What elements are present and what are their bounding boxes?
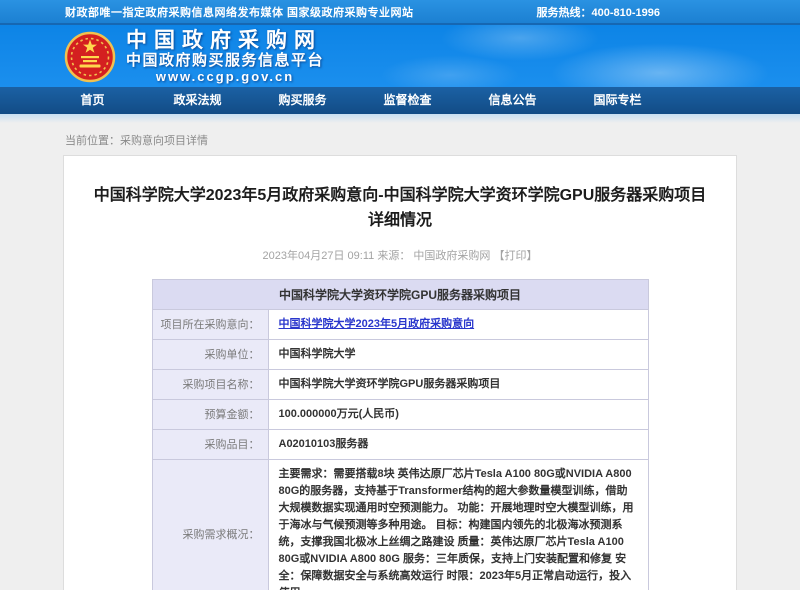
table-row: 采购项目名称： 中国科学院大学资环学院GPU服务器采购项目 [152,369,648,399]
table-row: 采购单位： 中国科学院大学 [152,339,648,369]
site-slogan: 财政部唯一指定政府采购信息网络发布媒体 国家级政府采购专业网站 [65,4,414,20]
site-title-block: 中国政府采购网 中国政府购买服务信息平台 www.ccgp.gov.cn [126,30,324,85]
source-name: 中国政府采购网 [413,250,490,262]
breadcrumb-current: 采购意向项目详情 [120,135,208,147]
top-utility-bar: 财政部唯一指定政府采购信息网络发布媒体 国家级政府采购专业网站 服务热线：400… [0,0,800,25]
nav-item[interactable]: 政采法规 [145,87,250,114]
detail-table: 中国科学院大学资环学院GPU服务器采购项目 项目所在采购意向： 中国科学院大学2… [152,279,649,590]
row-value: 100.000000万元(人民币) [279,408,399,420]
cloud-decoration [380,55,520,87]
page-title: 中国科学院大学2023年5月政府采购意向-中国科学院大学资环学院GPU服务器采购… [90,184,710,234]
row-label: 采购单位： [152,339,268,369]
table-row: 采购需求概况： 主要需求：需要搭载8块 英伟达原厂芯片Tesla A100 80… [152,459,648,590]
nav-item[interactable]: 信息公告 [460,87,565,114]
row-label: 项目所在采购意向： [152,309,268,339]
main-nav: 首页政采法规购买服务监督检查信息公告国际专栏 [0,87,800,114]
nav-item[interactable]: 首页 [40,87,145,114]
row-label: 采购品目： [152,429,268,459]
nav-item[interactable]: 监督检查 [355,87,460,114]
site-banner: 中国政府采购网 中国政府购买服务信息平台 www.ccgp.gov.cn [0,25,800,87]
row-value: A02010103服务器 [279,438,369,450]
row-label: 预算金额： [152,399,268,429]
row-value: 中国科学院大学 [279,348,356,360]
row-value: 主要需求：需要搭载8块 英伟达原厂芯片Tesla A100 80G或NVIDIA… [279,468,634,590]
table-row: 采购品目： A02010103服务器 [152,429,648,459]
table-row: 项目所在采购意向： 中国科学院大学2023年5月政府采购意向 [152,309,648,339]
site-logo[interactable]: 中国政府采购网 中国政府购买服务信息平台 www.ccgp.gov.cn [64,30,324,85]
article-meta: 2023年04月27日 09:11 来源： 中国政府采购网 【打印】 [64,247,736,263]
nav-item[interactable]: 购买服务 [250,87,355,114]
nav-bottom-strip [0,114,800,123]
intention-link[interactable]: 中国科学院大学2023年5月政府采购意向 [279,318,475,330]
publish-date: 2023年04月27日 09:11 [263,250,375,262]
breadcrumb-prefix: 当前位置： [65,135,120,147]
site-subtitle: 中国政府购买服务信息平台 [126,52,324,69]
service-hotline: 服务热线：400-810-1996 [536,4,660,20]
source-label: 来源： [377,250,410,262]
table-caption-row: 中国科学院大学资环学院GPU服务器采购项目 [152,279,648,309]
nav-item[interactable]: 国际专栏 [565,87,670,114]
row-label: 采购需求概况： [152,459,268,590]
row-value: 中国科学院大学资环学院GPU服务器采购项目 [279,378,501,390]
breadcrumb: 当前位置：采购意向项目详情 [65,132,800,148]
national-emblem-icon [64,31,116,83]
site-name: 中国政府采购网 [126,30,324,52]
print-button[interactable]: 【打印】 [493,250,537,262]
content-card: 中国科学院大学2023年5月政府采购意向-中国科学院大学资环学院GPU服务器采购… [63,155,737,590]
site-url: www.ccgp.gov.cn [126,69,324,85]
table-row: 预算金额： 100.000000万元(人民币) [152,399,648,429]
row-label: 采购项目名称： [152,369,268,399]
table-caption: 中国科学院大学资环学院GPU服务器采购项目 [152,279,648,309]
